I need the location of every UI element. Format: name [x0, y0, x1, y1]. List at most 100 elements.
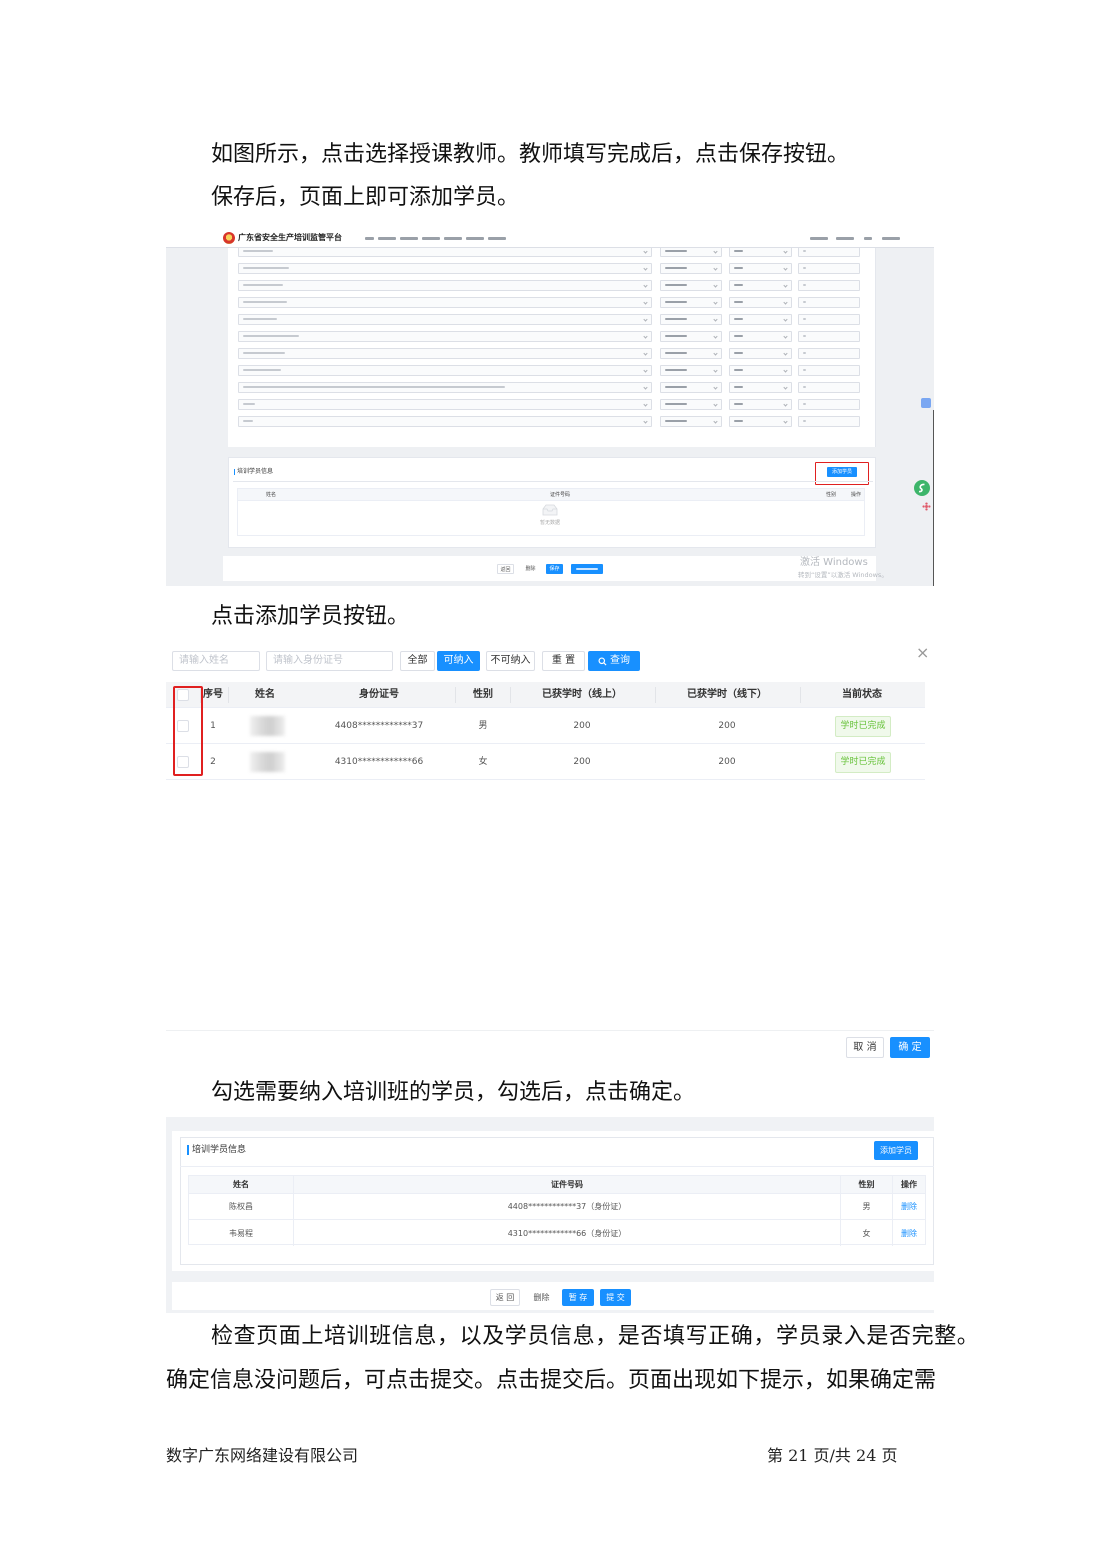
course-select[interactable]	[238, 365, 652, 376]
type-select[interactable]	[729, 248, 792, 257]
method-select[interactable]	[660, 348, 722, 359]
hours-input[interactable]	[798, 382, 860, 393]
type-select[interactable]	[729, 365, 792, 376]
save-draft-button[interactable]: 暂 存	[562, 1289, 594, 1306]
windows-watermark-subtitle: 转到“设置”以激活 Windows。	[798, 571, 888, 579]
table-row[interactable]: 1 4408************37 男 200 200 学时已完成	[166, 708, 925, 744]
online-hours: 200	[573, 721, 591, 731]
course-select[interactable]	[238, 331, 652, 342]
nav-item[interactable]	[422, 237, 440, 240]
nav-item[interactable]	[444, 237, 462, 240]
course-select[interactable]	[238, 263, 652, 274]
id-search-input[interactable]: 请输入身份证号	[266, 651, 393, 671]
unreadable-text	[734, 301, 743, 303]
chevron-down-icon	[643, 317, 648, 322]
hours-input[interactable]	[798, 248, 860, 257]
table-row[interactable]: 2 4310************66 女 200 200 学时已完成	[166, 744, 925, 780]
course-select[interactable]	[238, 399, 652, 410]
header-link[interactable]	[836, 237, 854, 240]
type-select[interactable]	[729, 382, 792, 393]
search-button[interactable]: 查询	[588, 651, 640, 671]
chevron-down-icon	[713, 402, 718, 407]
type-select[interactable]	[729, 263, 792, 274]
filter-eligible-button[interactable]: 可纳入	[437, 651, 480, 671]
nav-item[interactable]	[488, 237, 506, 240]
highlight-box	[173, 686, 203, 776]
unreadable-text	[243, 420, 253, 422]
hours-input[interactable]	[798, 331, 860, 342]
method-select[interactable]	[660, 365, 722, 376]
type-select[interactable]	[729, 297, 792, 308]
hours-input[interactable]	[798, 263, 860, 274]
id-number: 4408************37	[334, 721, 424, 731]
column-header: 姓名	[189, 1176, 294, 1193]
chevron-down-icon	[783, 385, 788, 390]
delete-link[interactable]: 删除	[893, 1194, 925, 1219]
save-button[interactable]: 保存	[546, 564, 563, 574]
course-select[interactable]	[238, 416, 652, 427]
method-select[interactable]	[660, 331, 722, 342]
type-select[interactable]	[729, 280, 792, 291]
secondary-submit-button[interactable]	[571, 564, 603, 574]
type-select[interactable]	[729, 348, 792, 359]
method-select[interactable]	[660, 280, 722, 291]
hours-input[interactable]	[798, 416, 860, 427]
nav-item[interactable]	[400, 237, 418, 240]
method-select[interactable]	[660, 297, 722, 308]
confirm-button[interactable]: 确 定	[890, 1037, 930, 1058]
back-button[interactable]: 返回	[497, 564, 514, 574]
hours-input[interactable]	[798, 399, 860, 410]
type-select[interactable]	[729, 399, 792, 410]
screenshot-select-trainees-dialog: 请输入姓名 请输入身份证号 全部 可纳入 不可纳入 重 置 查询 × 序号 姓名…	[166, 640, 934, 1060]
assistant-icon[interactable]	[914, 480, 930, 496]
method-select[interactable]	[660, 263, 722, 274]
name-search-input[interactable]: 请输入姓名	[172, 651, 260, 671]
method-select[interactable]	[660, 248, 722, 257]
header-link[interactable]	[810, 237, 828, 240]
cancel-button[interactable]: 取 消	[846, 1037, 884, 1058]
delete-button[interactable]: 删除	[522, 564, 539, 574]
hours-input[interactable]	[798, 365, 860, 376]
filter-ineligible-button[interactable]: 不可纳入	[486, 651, 535, 671]
course-select[interactable]	[238, 382, 652, 393]
nav-item[interactable]	[378, 237, 396, 240]
hours-input[interactable]	[798, 314, 860, 325]
settings-flower-icon[interactable]	[922, 502, 931, 511]
header-link[interactable]	[864, 237, 872, 240]
type-select[interactable]	[729, 416, 792, 427]
paragraph: 如图所示，点击选择授课教师。教师填写完成后，点击保存按钮。	[211, 142, 850, 167]
filter-all-button[interactable]: 全部	[400, 651, 435, 671]
submit-button[interactable]: 提 交	[600, 1289, 631, 1306]
course-select[interactable]	[238, 248, 652, 257]
type-select[interactable]	[729, 314, 792, 325]
course-select[interactable]	[238, 280, 652, 291]
nav-item[interactable]	[365, 237, 374, 240]
method-select[interactable]	[660, 314, 722, 325]
method-select[interactable]	[660, 382, 722, 393]
chevron-down-icon	[643, 385, 648, 390]
course-row	[228, 399, 875, 410]
back-button[interactable]: 返 回	[490, 1289, 520, 1306]
float-tool-icon[interactable]	[921, 398, 931, 408]
trainee-table: 姓名 证件号码 性别 操作 陈权昌 4408************37（身份证…	[188, 1175, 926, 1246]
course-select[interactable]	[238, 348, 652, 359]
close-icon[interactable]: ×	[916, 644, 929, 662]
empty-text: 暂无数据	[539, 520, 560, 526]
delete-link[interactable]: 删除	[893, 1220, 925, 1246]
add-trainee-button[interactable]: 添加学员	[874, 1141, 918, 1160]
method-select[interactable]	[660, 416, 722, 427]
nav-item[interactable]	[466, 237, 484, 240]
type-select[interactable]	[729, 331, 792, 342]
column-header: 姓名	[255, 689, 275, 700]
method-select[interactable]	[660, 399, 722, 410]
chevron-down-icon	[643, 419, 648, 424]
section-marker	[234, 469, 235, 475]
hours-input[interactable]	[798, 297, 860, 308]
delete-button[interactable]: 删除	[527, 1289, 556, 1306]
hours-input[interactable]	[798, 348, 860, 359]
user-menu[interactable]	[882, 237, 900, 240]
reset-button[interactable]: 重 置	[542, 651, 585, 671]
course-select[interactable]	[238, 314, 652, 325]
course-select[interactable]	[238, 297, 652, 308]
hours-input[interactable]	[798, 280, 860, 291]
